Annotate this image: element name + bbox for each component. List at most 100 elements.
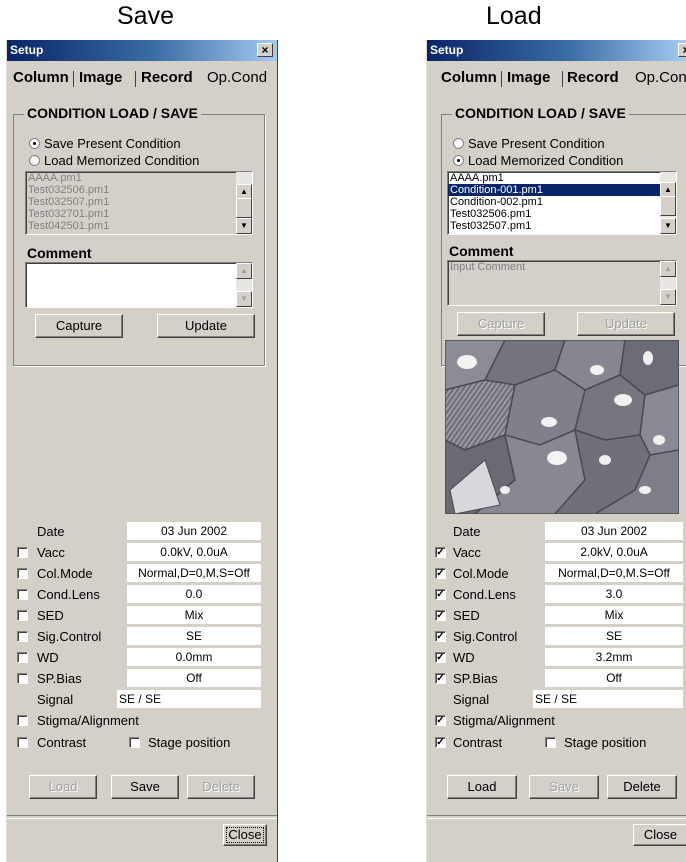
sed-label: SED xyxy=(453,608,480,623)
update-button[interactable]: Update xyxy=(157,314,255,338)
radio-save-present[interactable]: Save Present Condition xyxy=(453,136,605,151)
comment-label: Comment xyxy=(449,243,514,259)
list-item[interactable]: Test042501.pm1 xyxy=(26,220,252,232)
stage-position-checkbox[interactable] xyxy=(545,737,556,748)
tab-image[interactable]: Image xyxy=(507,66,550,90)
tab-record[interactable]: Record xyxy=(567,66,619,90)
condition-file-list[interactable]: AAAA.pm1 Test032506.pm1 Test032507.pm1 T… xyxy=(25,171,253,235)
cond-lens-checkbox[interactable] xyxy=(17,589,28,600)
list-item[interactable]: AAAA.pm1 xyxy=(448,172,676,184)
sp-bias-checkbox[interactable] xyxy=(17,673,28,684)
wd-checkbox[interactable] xyxy=(17,652,28,663)
vacc-value: 2.0kV, 0.0uA xyxy=(545,543,683,561)
window-close-icon[interactable]: × xyxy=(678,43,686,57)
footer-divider xyxy=(427,815,686,819)
list-item[interactable]: Test032507.pm1 xyxy=(26,196,252,208)
scroll-down-icon[interactable]: ▼ xyxy=(660,218,676,234)
wd-checkbox[interactable]: ✓ xyxy=(435,652,446,663)
comment-label: Comment xyxy=(27,245,92,261)
group-title: CONDITION LOAD / SAVE xyxy=(452,105,629,121)
contrast-label: Contrast xyxy=(37,735,87,750)
list-item[interactable]: Test032701.pm1 xyxy=(26,208,252,220)
radio-save-present[interactable]: Save Present Condition xyxy=(29,136,181,151)
sed-checkbox[interactable]: ✓ xyxy=(435,610,446,621)
wd-value: 0.0mm xyxy=(127,648,261,666)
vacc-checkbox[interactable]: ✓ xyxy=(435,547,446,558)
scroll-down-icon[interactable]: ▼ xyxy=(660,289,676,305)
sp-bias-value: Off xyxy=(127,669,261,687)
comment-field[interactable]: Input Comment ▲ ▼ xyxy=(447,260,677,306)
scroll-up-icon[interactable]: ▲ xyxy=(236,263,252,279)
setup-window-load: Setup × Column Image Record Op.Cond COND… xyxy=(426,40,686,862)
col-mode-checkbox[interactable] xyxy=(17,568,28,579)
sed-checkbox[interactable] xyxy=(17,610,28,621)
radio-on-icon xyxy=(29,138,40,149)
scroll-down-icon[interactable]: ▼ xyxy=(236,291,252,307)
sig-control-checkbox[interactable]: ✓ xyxy=(435,631,446,642)
close-button[interactable]: Close xyxy=(633,824,686,846)
contrast-label: Contrast xyxy=(453,735,503,750)
capture-button[interactable]: Capture xyxy=(457,312,545,336)
micrograph-svg xyxy=(445,340,679,514)
list-item[interactable]: Condition-002.pm1 xyxy=(448,196,676,208)
delete-button[interactable]: Delete xyxy=(607,775,677,799)
tab-image[interactable]: Image xyxy=(79,66,122,90)
col-mode-checkbox[interactable]: ✓ xyxy=(435,568,446,579)
tab-op-cond[interactable]: Op.Cond xyxy=(207,66,267,90)
radio-load-memorized[interactable]: Load Memorized Condition xyxy=(453,153,623,168)
tab-op-cond[interactable]: Op.Cond xyxy=(635,66,686,90)
condition-file-list[interactable]: AAAA.pm1 Condition-001.pm1 Condition-002… xyxy=(447,171,677,235)
delete-button[interactable]: Delete xyxy=(187,775,255,799)
list-scrollbar[interactable]: ▲ ▼ xyxy=(660,172,676,234)
sp-bias-checkbox[interactable]: ✓ xyxy=(435,673,446,684)
comment-field[interactable]: ▲ ▼ xyxy=(25,262,253,308)
sed-label: SED xyxy=(37,608,64,623)
contrast-checkbox[interactable] xyxy=(17,737,28,748)
list-item[interactable]: AAAA.pm1 xyxy=(26,172,252,184)
radio-load-memorized[interactable]: Load Memorized Condition xyxy=(29,153,199,168)
load-button[interactable]: Load xyxy=(29,775,97,799)
contrast-checkbox[interactable]: ✓ xyxy=(435,737,446,748)
save-button[interactable]: Save xyxy=(111,775,179,799)
tab-record[interactable]: Record xyxy=(141,66,193,90)
tab-column[interactable]: Column xyxy=(13,66,69,90)
load-button[interactable]: Load xyxy=(447,775,517,799)
stigma-checkbox[interactable]: ✓ xyxy=(435,715,446,726)
scroll-down-icon[interactable]: ▼ xyxy=(236,218,252,234)
tab-divider xyxy=(135,71,136,87)
list-item[interactable]: Test032506.pm1 xyxy=(26,184,252,196)
sig-control-label: Sig.Control xyxy=(37,629,102,644)
scroll-thumb[interactable] xyxy=(236,198,252,218)
list-item-selected[interactable]: Condition-001.pm1 xyxy=(448,184,676,196)
sig-control-checkbox[interactable] xyxy=(17,631,28,642)
list-item[interactable]: Test032506.pm1 xyxy=(448,208,676,220)
vacc-checkbox[interactable] xyxy=(17,547,28,558)
scroll-up-icon[interactable]: ▲ xyxy=(660,261,676,277)
signal-label: Signal xyxy=(453,692,490,707)
cond-lens-checkbox[interactable]: ✓ xyxy=(435,589,446,600)
stage-position-checkbox[interactable] xyxy=(129,737,140,748)
stage-position-label: Stage position xyxy=(564,735,647,750)
comment-scrollbar[interactable]: ▲ ▼ xyxy=(236,263,252,307)
save-button[interactable]: Save xyxy=(529,775,599,799)
stigma-checkbox[interactable] xyxy=(17,715,28,726)
window-close-icon[interactable]: × xyxy=(257,43,273,57)
capture-button[interactable]: Capture xyxy=(35,314,123,338)
radio-on-icon xyxy=(453,155,464,166)
scroll-thumb[interactable] xyxy=(660,196,676,216)
sem-micrograph-image xyxy=(445,340,679,514)
radio-label: Load Memorized Condition xyxy=(44,153,200,168)
update-button[interactable]: Update xyxy=(577,312,675,336)
window-title: Setup xyxy=(10,43,44,57)
tab-column[interactable]: Column xyxy=(441,66,497,90)
stigma-label: Stigma/Alignment xyxy=(37,713,139,728)
cond-lens-label: Cond.Lens xyxy=(37,587,100,602)
list-item[interactable]: Test032507.pm1 xyxy=(448,220,676,232)
date-label: Date xyxy=(37,524,65,539)
date-value: 03 Jun 2002 xyxy=(545,522,683,540)
comment-scrollbar[interactable]: ▲ ▼ xyxy=(660,261,676,305)
close-button[interactable]: Close xyxy=(223,824,267,846)
list-scrollbar[interactable]: ▲ ▼ xyxy=(236,172,252,234)
date-label: Date xyxy=(453,524,481,539)
stigma-label: Stigma/Alignment xyxy=(453,713,555,728)
